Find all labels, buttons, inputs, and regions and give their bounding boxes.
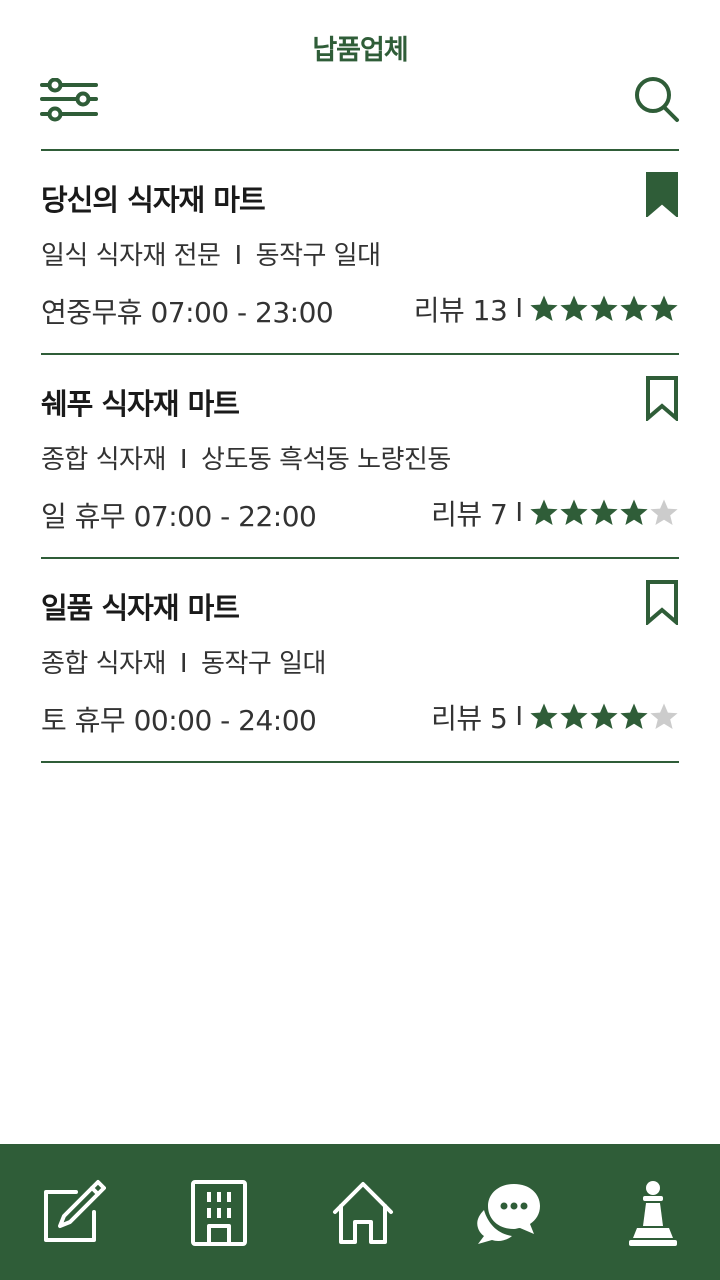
search-icon[interactable] (634, 76, 680, 124)
vendor-item[interactable]: 쉐푸 식자재 마트 종합 식자재 I 상도동 흑석동 노량진동 일 휴무 07:00… (41, 355, 679, 559)
star-rating (529, 294, 679, 324)
vendor-review[interactable]: 리뷰 13 I (414, 289, 679, 329)
vendor-name: 쉐푸 식자재 마트 (41, 387, 240, 421)
star-filled-icon (530, 295, 558, 321)
vendor-hours: 일 휴무 07:00 - 22:00 (41, 500, 317, 533)
bookmark-icon[interactable] (645, 375, 679, 421)
review-separator: I (515, 498, 523, 528)
separator: I (179, 649, 188, 679)
vendor-hours: 토 휴무 00:00 - 24:00 (41, 704, 317, 737)
vendor-review[interactable]: 리뷰 5 I (431, 697, 679, 737)
building-icon[interactable] (185, 1178, 253, 1248)
star-filled-icon (560, 703, 588, 729)
separator: I (179, 445, 188, 475)
review-count: 리뷰 5 (431, 702, 508, 735)
star-filled-icon (560, 499, 588, 525)
star-filled-icon (590, 703, 618, 729)
star-empty-icon (650, 703, 678, 729)
review-count: 리뷰 7 (431, 498, 508, 531)
vendor-meta: 종합 식자재 I 동작구 일대 (41, 643, 326, 680)
vendor-hours: 연중무휴 07:00 - 23:00 (41, 296, 334, 329)
review-separator: I (515, 294, 523, 324)
app-header: 납품업체 (0, 0, 720, 151)
vendor-meta: 일식 식자재 전문 I 동작구 일대 (41, 235, 381, 272)
vendor-item[interactable]: 일품 식자재 마트 종합 식자재 I 동작구 일대 토 휴무 00:00 - 24:… (41, 559, 679, 763)
bookmark-filled-icon[interactable] (645, 171, 679, 217)
chat-icon[interactable] (474, 1178, 542, 1248)
review-separator: I (515, 702, 523, 732)
vendor-list: 당신의 식자재 마트 일식 식자재 전문 I 동작구 일대 연중무휴 07:00 -… (41, 151, 679, 763)
vendor-name: 당신의 식자재 마트 (41, 183, 266, 217)
star-filled-icon (590, 295, 618, 321)
star-filled-icon (620, 499, 648, 525)
vendor-area: 동작구 일대 (201, 649, 326, 679)
star-rating (529, 702, 679, 732)
vendor-review[interactable]: 리뷰 7 I (431, 493, 679, 533)
vendor-category: 일식 식자재 전문 (41, 241, 221, 271)
bookmark-icon[interactable] (645, 579, 679, 625)
star-empty-icon (650, 499, 678, 525)
chess-pawn-icon[interactable] (619, 1178, 687, 1248)
vendor-item[interactable]: 당신의 식자재 마트 일식 식자재 전문 I 동작구 일대 연중무휴 07:00 -… (41, 151, 679, 355)
vendor-category: 종합 식자재 (41, 649, 166, 679)
star-rating (529, 498, 679, 528)
star-filled-icon (560, 295, 588, 321)
edit-icon[interactable] (38, 1178, 106, 1248)
star-filled-icon (620, 703, 648, 729)
star-filled-icon (530, 499, 558, 525)
vendor-area: 동작구 일대 (255, 241, 381, 271)
star-filled-icon (650, 295, 678, 321)
vendor-name: 일품 식자재 마트 (41, 591, 240, 625)
vendor-category: 종합 식자재 (41, 445, 166, 475)
separator: I (234, 241, 242, 271)
page-title: 납품업체 (312, 35, 408, 66)
star-filled-icon (530, 703, 558, 729)
sliders-icon[interactable] (40, 78, 98, 122)
home-icon[interactable] (329, 1178, 397, 1248)
vendor-area: 상도동 흑석동 노량진동 (201, 445, 451, 475)
vendor-meta: 종합 식자재 I 상도동 흑석동 노량진동 (41, 439, 451, 476)
review-count: 리뷰 13 (413, 294, 508, 327)
star-filled-icon (620, 295, 648, 321)
star-filled-icon (590, 499, 618, 525)
